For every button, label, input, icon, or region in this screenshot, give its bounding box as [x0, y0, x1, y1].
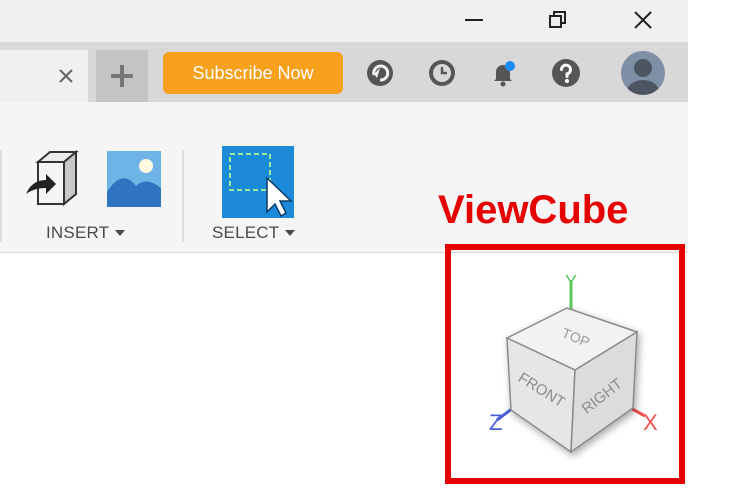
bell-icon [494, 61, 515, 87]
subscribe-button[interactable]: Subscribe Now [163, 52, 343, 94]
notifications-button[interactable] [486, 56, 520, 90]
user-avatar-icon [621, 51, 665, 95]
insert-derive-icon [26, 149, 79, 207]
x-axis-label: X [643, 410, 658, 435]
ribbon-divider [182, 150, 184, 242]
select-window-icon [222, 146, 294, 218]
insert-image-button[interactable] [106, 150, 162, 208]
user-avatar-button[interactable] [619, 49, 667, 97]
minimize-button[interactable] [456, 4, 492, 36]
help-icon [552, 59, 580, 87]
select-group-menu[interactable]: SELECT [212, 223, 296, 243]
job-status-icon [367, 60, 393, 86]
chevron-down-icon [285, 230, 296, 236]
plus-icon [111, 65, 133, 87]
close-tab-icon [59, 69, 73, 83]
document-tab[interactable] [0, 50, 88, 102]
select-group-label: SELECT [212, 223, 280, 242]
z-axis-label: Z [489, 410, 502, 435]
tab-bar: Subscribe Now [0, 42, 688, 102]
history-button[interactable] [425, 56, 459, 90]
chevron-down-icon [115, 230, 126, 236]
image-icon [107, 151, 161, 207]
restore-icon [549, 11, 566, 28]
insert-group-label: INSERT [46, 223, 110, 242]
job-status-button[interactable] [363, 56, 397, 90]
ribbon-divider [0, 150, 2, 242]
tab-close-button[interactable] [52, 62, 80, 90]
restore-button[interactable] [540, 4, 576, 36]
help-button[interactable] [549, 56, 583, 90]
title-bar [0, 0, 688, 42]
insert-group-menu[interactable]: INSERT [46, 223, 126, 243]
y-axis-label: Y [565, 272, 577, 292]
new-tab-button[interactable] [96, 50, 148, 102]
viewcube-annotation-label: ViewCube [438, 188, 629, 232]
select-tool-button[interactable] [222, 146, 294, 218]
close-window-button[interactable] [625, 4, 661, 36]
viewcube[interactable]: Y Z X TOP FRONT RIGHT [475, 270, 675, 470]
close-icon [634, 11, 652, 29]
minimize-icon [465, 19, 483, 21]
insert-derive-button[interactable] [24, 149, 86, 212]
clock-icon [429, 60, 455, 86]
